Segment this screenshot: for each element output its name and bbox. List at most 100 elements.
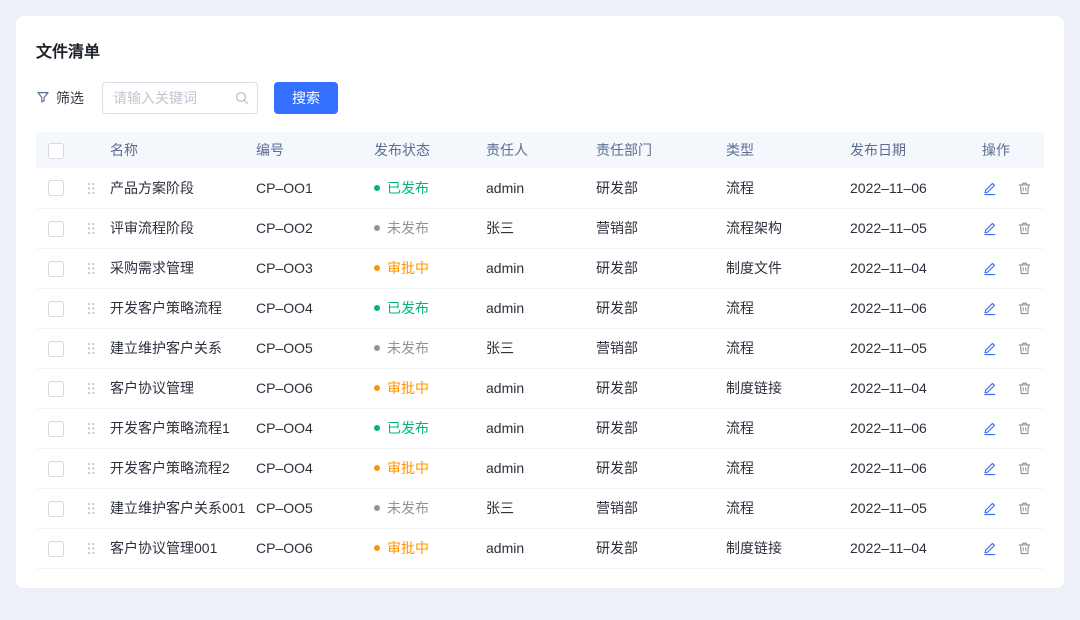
doc-owner: admin (482, 168, 592, 208)
col-header-owner: 责任人 (482, 132, 592, 168)
doc-owner: 张三 (482, 328, 592, 368)
drag-handle-icon[interactable] (86, 541, 96, 556)
row-checkbox[interactable] (48, 221, 64, 237)
search-button[interactable]: 搜索 (274, 82, 338, 114)
doc-code: CP–OO5 (252, 328, 370, 368)
doc-date: 2022–11–05 (846, 328, 978, 368)
col-header-status: 发布状态 (370, 132, 482, 168)
delete-icon[interactable] (1017, 261, 1032, 276)
row-checkbox[interactable] (48, 180, 64, 196)
doc-type: 流程 (722, 488, 846, 528)
edit-icon[interactable] (982, 261, 997, 276)
table-row: 评审流程阶段 CP–OO2 未发布 张三 营销部 流程架构 2022–11–05 (36, 208, 1044, 248)
doc-name: 客户协议管理 (106, 368, 252, 408)
status-dot-icon (374, 385, 380, 391)
doc-date: 2022–11–06 (846, 288, 978, 328)
doc-owner: admin (482, 288, 592, 328)
table-row: 开发客户策略流程1 CP–OO4 已发布 admin 研发部 流程 2022–1… (36, 408, 1044, 448)
row-checkbox[interactable] (48, 301, 64, 317)
delete-icon[interactable] (1017, 301, 1032, 316)
status-label: 审批中 (387, 378, 429, 398)
delete-icon[interactable] (1017, 461, 1032, 476)
table-row: 建立维护客户关系001 CP–OO5 未发布 张三 营销部 流程 2022–11… (36, 488, 1044, 528)
file-table: 名称 编号 发布状态 责任人 责任部门 类型 发布日期 操作 产品方案阶段 (36, 132, 1044, 569)
delete-icon[interactable] (1017, 421, 1032, 436)
drag-handle-icon[interactable] (86, 221, 96, 236)
doc-dept: 研发部 (592, 528, 722, 568)
edit-icon[interactable] (982, 421, 997, 436)
funnel-icon (36, 90, 50, 107)
drag-handle-icon[interactable] (86, 261, 96, 276)
edit-icon[interactable] (982, 221, 997, 236)
doc-date: 2022–11–06 (846, 448, 978, 488)
row-checkbox[interactable] (48, 461, 64, 477)
status-cell: 审批中 (370, 368, 482, 408)
delete-icon[interactable] (1017, 221, 1032, 236)
edit-icon[interactable] (982, 181, 997, 196)
status-cell: 未发布 (370, 328, 482, 368)
status-dot-icon (374, 465, 380, 471)
doc-code: CP–OO6 (252, 368, 370, 408)
select-all-checkbox[interactable] (48, 143, 64, 159)
edit-icon[interactable] (982, 301, 997, 316)
edit-icon[interactable] (982, 461, 997, 476)
doc-date: 2022–11–05 (846, 488, 978, 528)
edit-icon[interactable] (982, 501, 997, 516)
status-label: 审批中 (387, 458, 429, 478)
col-header-drag (76, 132, 106, 168)
drag-handle-icon[interactable] (86, 421, 96, 436)
doc-code: CP–OO3 (252, 248, 370, 288)
status-label: 未发布 (387, 498, 429, 518)
drag-handle-icon[interactable] (86, 501, 96, 516)
doc-code: CP–OO4 (252, 288, 370, 328)
filter-button[interactable]: 筛选 (36, 88, 84, 108)
table-row: 产品方案阶段 CP–OO1 已发布 admin 研发部 流程 2022–11–0… (36, 168, 1044, 208)
doc-code: CP–OO1 (252, 168, 370, 208)
doc-dept: 研发部 (592, 168, 722, 208)
drag-handle-icon[interactable] (86, 301, 96, 316)
row-checkbox[interactable] (48, 501, 64, 517)
doc-code: CP–OO5 (252, 488, 370, 528)
edit-icon[interactable] (982, 541, 997, 556)
drag-handle-icon[interactable] (86, 381, 96, 396)
status-dot-icon (374, 225, 380, 231)
doc-code: CP–OO2 (252, 208, 370, 248)
doc-owner: admin (482, 248, 592, 288)
doc-date: 2022–11–06 (846, 408, 978, 448)
table-row: 建立维护客户关系 CP–OO5 未发布 张三 营销部 流程 2022–11–05 (36, 328, 1044, 368)
doc-dept: 营销部 (592, 328, 722, 368)
table-row: 客户协议管理001 CP–OO6 审批中 admin 研发部 制度链接 2022… (36, 528, 1044, 568)
delete-icon[interactable] (1017, 381, 1032, 396)
col-header-code: 编号 (252, 132, 370, 168)
doc-name: 建立维护客户关系 (106, 328, 252, 368)
row-checkbox[interactable] (48, 341, 64, 357)
doc-type: 流程 (722, 328, 846, 368)
doc-dept: 营销部 (592, 488, 722, 528)
doc-name: 客户协议管理001 (106, 528, 252, 568)
delete-icon[interactable] (1017, 181, 1032, 196)
row-checkbox[interactable] (48, 421, 64, 437)
table-row: 开发客户策略流程 CP–OO4 已发布 admin 研发部 流程 2022–11… (36, 288, 1044, 328)
col-header-dept: 责任部门 (592, 132, 722, 168)
delete-icon[interactable] (1017, 541, 1032, 556)
drag-handle-icon[interactable] (86, 181, 96, 196)
doc-dept: 研发部 (592, 408, 722, 448)
row-checkbox[interactable] (48, 261, 64, 277)
drag-handle-icon[interactable] (86, 461, 96, 476)
status-dot-icon (374, 505, 380, 511)
status-label: 已发布 (387, 418, 429, 438)
row-checkbox[interactable] (48, 381, 64, 397)
table-row: 开发客户策略流程2 CP–OO4 审批中 admin 研发部 流程 2022–1… (36, 448, 1044, 488)
row-checkbox[interactable] (48, 541, 64, 557)
delete-icon[interactable] (1017, 501, 1032, 516)
edit-icon[interactable] (982, 341, 997, 356)
doc-name: 开发客户策略流程 (106, 288, 252, 328)
drag-handle-icon[interactable] (86, 341, 96, 356)
search-input[interactable] (102, 82, 258, 114)
status-dot-icon (374, 305, 380, 311)
edit-icon[interactable] (982, 381, 997, 396)
doc-type: 流程架构 (722, 208, 846, 248)
delete-icon[interactable] (1017, 341, 1032, 356)
doc-code: CP–OO6 (252, 528, 370, 568)
doc-date: 2022–11–04 (846, 528, 978, 568)
